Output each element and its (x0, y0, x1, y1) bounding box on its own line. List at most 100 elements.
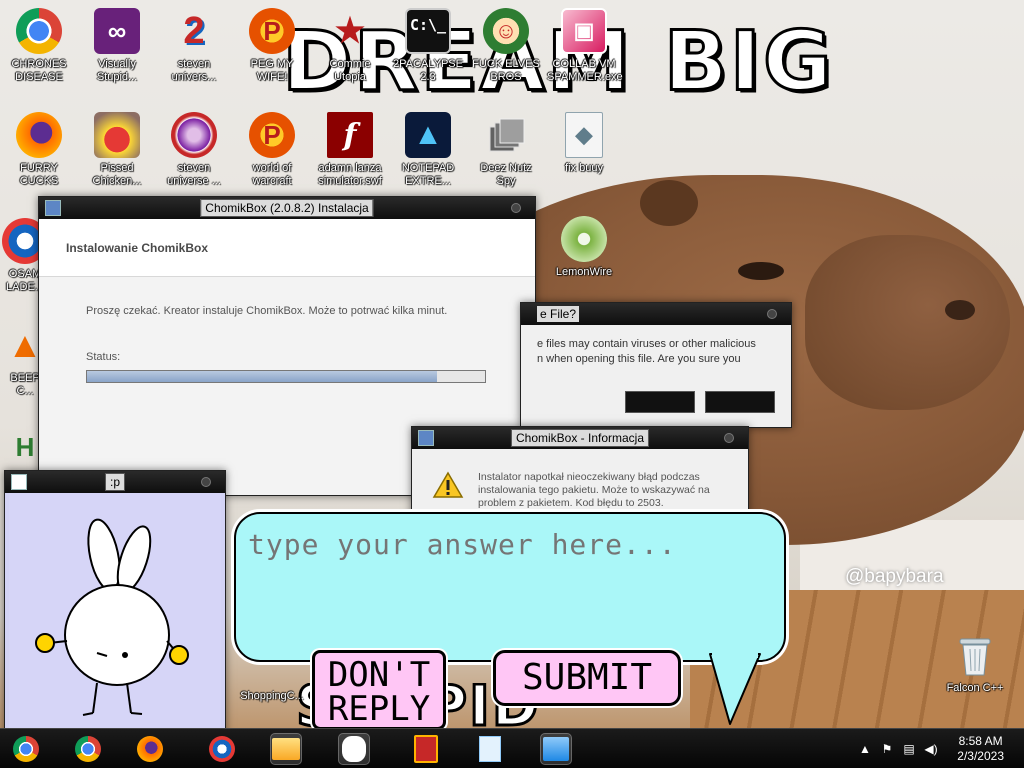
taskbar-firefox[interactable] (134, 733, 166, 765)
lime-icon (561, 216, 607, 262)
progress-fill (87, 371, 438, 382)
desktop-icon-2pacalypse[interactable]: C:\_ 2PACALYPSE 2.3 (391, 8, 465, 84)
desktop-icon-label: Falcon C++ (946, 682, 1004, 694)
desktop-icon-label: Deez Nutz Spy (480, 162, 532, 187)
gem-icon (171, 112, 217, 158)
desktop-icon-falcon-cpp[interactable]: Falcon C++ (938, 632, 1012, 695)
taskbar-notepad[interactable] (474, 733, 506, 765)
open-file-warning-window: e File? e files may contain viruses or o… (520, 302, 792, 428)
desktop-icon-label: LemonWire (555, 266, 613, 278)
clock[interactable]: 8:58 AM 2/3/2023 (957, 734, 1004, 764)
installer-icon (543, 737, 569, 761)
desktop-icon-steven-universe[interactable]: 2 steven univers... (157, 8, 231, 84)
desktop-icon-label: adamn lanza simulator.swf (318, 162, 382, 187)
desktop-icon-label: steven univers... (171, 58, 217, 83)
desktop-icon-world-of-warcraft[interactable]: P world of warcraft (235, 112, 309, 188)
close-icon[interactable] (767, 309, 777, 319)
elf-face-icon: ☺ (483, 8, 529, 54)
answer-input[interactable] (248, 524, 768, 564)
desktop-icon-steven-universe-2[interactable]: steven universe ... (157, 112, 231, 188)
desktop-icon-fix-buuy[interactable]: ◆ fix buuy (547, 112, 621, 175)
open-file-titlebar[interactable]: e File? (521, 303, 791, 325)
install-progress-bar (86, 370, 486, 383)
desktop-icon-collab-vm-spammer[interactable]: ▣ COLLAB VM SPAMMER.exe (547, 8, 623, 84)
desktop-icon-label: FURRY CUCKS (19, 162, 59, 187)
taskbar-obama-app[interactable] (206, 733, 238, 765)
desktop-icon-label: Visually Stupid... (96, 58, 138, 83)
cancel-button[interactable] (705, 391, 775, 413)
show-hidden-icons-icon[interactable]: ▲ (858, 742, 872, 756)
desktop-icon-pissed-chicken[interactable]: Pissed Chicken... (80, 112, 154, 188)
terminal-icon: C:\_ (405, 8, 451, 54)
flash-icon: f (327, 112, 373, 158)
p-badge-icon: P (249, 112, 295, 158)
status-label: Status: (86, 351, 121, 363)
desktop-icon-label: COLLAB VM SPAMMER.exe (547, 58, 623, 83)
file-explorer-icon (272, 738, 300, 760)
network-icon[interactable]: ▤ (902, 742, 916, 756)
script-file-icon: ◆ (565, 112, 603, 158)
desktop-icon-commie-utopia[interactable]: ★ Commie Utopia (313, 8, 387, 84)
desktop-icon-label: PEG MY WIFE! (250, 58, 294, 83)
desktop-icon-deez-nutz-spy[interactable]: Deez Nutz Spy (469, 112, 543, 188)
desktop-icon-notepad-extreme[interactable]: ▲ NOTEPAD EXTRE... (391, 112, 465, 188)
clock-time: 8:58 AM (958, 734, 1003, 748)
flag-icon[interactable]: ⚑ (880, 742, 894, 756)
taskbar-red-book[interactable] (410, 733, 442, 765)
capybara-snout (805, 235, 1010, 410)
info-message: Instalator napotkał nieoczekiwany błąd p… (478, 471, 710, 509)
installer-app-icon (45, 200, 61, 216)
taskbar-bunny-app[interactable] (338, 733, 370, 765)
desktop-icon-adamn-lanza[interactable]: f adamn lanza simulator.swf (313, 112, 387, 188)
bunny-character (35, 518, 189, 716)
volume-icon[interactable]: ◀) (924, 742, 938, 756)
desktop-icon-fuck-elves-bros[interactable]: ☺ FUCK ELVES BROS (469, 8, 543, 84)
firefox-icon (137, 736, 163, 762)
angry-birds-icon (94, 112, 140, 158)
capybara-eye (738, 262, 784, 280)
taskbar-installer[interactable] (540, 733, 572, 765)
stacked-windows-icon (483, 112, 529, 158)
open-file-title: e File? (537, 306, 580, 322)
info-titlebar[interactable]: ChomikBox - Informacja (412, 427, 748, 449)
desktop-icon-label: FUCK ELVES BROS (472, 58, 540, 83)
desktop-icon-visually-stupid[interactable]: ∞ Visually Stupid... (80, 8, 154, 84)
desktop-icon-lemonwire[interactable]: LemonWire (547, 216, 621, 279)
dont-reply-button[interactable]: DON'T REPLY (312, 650, 446, 730)
installer-titlebar[interactable]: ChomikBox (2.0.8.2) Instalacja (39, 197, 535, 219)
bunny-titlebar[interactable]: :p (5, 471, 225, 493)
desktop-icon-label: Pissed Chicken... (92, 162, 142, 187)
taskbar-chrome-1[interactable] (10, 733, 42, 765)
desktop-icon-label: NOTEPAD EXTRE... (401, 162, 455, 187)
desktop-icon-furry-cucks[interactable]: FURRY CUCKS (2, 112, 76, 188)
wallpaper-watermark: @bapybara (845, 566, 944, 587)
open-button[interactable] (625, 391, 695, 413)
warning-icon (432, 471, 464, 498)
desktop-icon-label: Commie Utopia (329, 58, 371, 83)
system-tray: ▲ ⚑ ▤ ◀) 8:58 AM 2/3/2023 (834, 729, 1024, 768)
desktop-icon-label: 2PACALYPSE 2.3 (393, 58, 463, 83)
close-icon[interactable] (724, 433, 734, 443)
chomikbox-info-window: ChomikBox - Informacja Instalator napotk… (411, 426, 749, 526)
installer-header: Instalowanie ChomikBox (39, 219, 535, 277)
bunny-title: :p (104, 473, 126, 491)
taskbar-file-explorer[interactable] (270, 733, 302, 765)
close-icon[interactable] (201, 477, 211, 487)
installer-message: Proszę czekać. Kreator instaluje ChomikB… (86, 305, 448, 317)
installer-title: ChomikBox (2.0.8.2) Instalacja (200, 199, 374, 217)
desktop-icon-peg-my-wife[interactable]: P PEG MY WIFE! (235, 8, 309, 84)
firefox-icon (16, 112, 62, 158)
close-icon[interactable] (511, 203, 521, 213)
desktop-icon-label: world of warcraft (252, 162, 292, 187)
submit-button[interactable]: SUBMIT (493, 650, 681, 706)
arch-logo-icon: ▲ (405, 112, 451, 158)
open-file-warning-text: e files may contain viruses or other mal… (537, 338, 756, 365)
desktop-icon-chrones-disease[interactable]: CHRONES DISEASE (2, 8, 76, 84)
red-book-icon (414, 735, 438, 763)
visual-studio-icon: ∞ (94, 8, 140, 54)
taskbar: ▲ ⚑ ▤ ◀) 8:58 AM 2/3/2023 (0, 728, 1024, 768)
recycle-bin-icon (952, 632, 998, 678)
star-emblem-icon: ★ (334, 12, 366, 50)
installer-app-icon (418, 430, 434, 446)
taskbar-chrome-2[interactable] (72, 733, 104, 765)
